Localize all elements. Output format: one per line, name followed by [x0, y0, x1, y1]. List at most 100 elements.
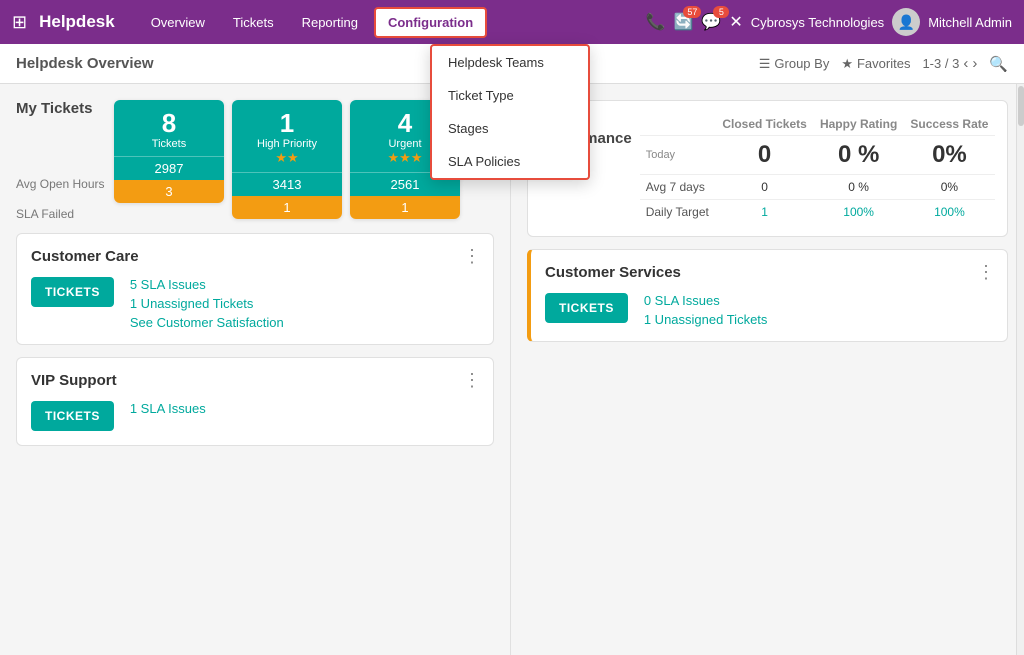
- perf-daily-row: Daily Target 1 100% 100%: [640, 200, 995, 225]
- customer-care-card: Customer Care ⋮ TICKETS 5 SLA Issues 1 U…: [16, 233, 494, 345]
- customer-services-tickets-button[interactable]: TICKETS: [545, 293, 628, 323]
- perf-daily-label: Daily Target: [640, 200, 716, 225]
- customer-services-sla-link[interactable]: 0 SLA Issues: [644, 293, 768, 308]
- ticket-count: 8: [120, 110, 218, 136]
- nav-tickets[interactable]: Tickets: [221, 9, 286, 36]
- vip-support-card: VIP Support ⋮ TICKETS 1 SLA Issues: [16, 357, 494, 446]
- ticket-card-high-priority[interactable]: 1 High Priority ★★ 3413 1: [232, 100, 342, 219]
- perf-daily-success: 100%: [904, 200, 995, 225]
- search-icon[interactable]: 🔍: [989, 55, 1008, 73]
- vip-sla-link[interactable]: 1 SLA Issues: [130, 401, 206, 416]
- close-icon[interactable]: ✕: [729, 12, 742, 32]
- perf-today-closed: 0: [716, 136, 814, 175]
- perf-avg7-label: Avg 7 days: [640, 175, 716, 200]
- ticket-stat: 2987: [114, 156, 224, 180]
- customer-care-unassigned-link[interactable]: 1 Unassigned Tickets: [130, 296, 284, 311]
- user-name: Mitchell Admin: [928, 15, 1012, 30]
- topnav: ⊞ Helpdesk Overview Tickets Reporting Co…: [0, 0, 1024, 44]
- pagination: 1-3 / 3 ‹ ›: [922, 55, 977, 72]
- ticket-sla: 3: [114, 180, 224, 203]
- high-priority-count: 1: [238, 110, 336, 136]
- high-priority-sla: 1: [232, 196, 342, 219]
- prev-page-button[interactable]: ‹: [963, 55, 968, 72]
- phone-icon[interactable]: 📞: [646, 12, 666, 32]
- configuration-dropdown: Helpdesk Teams Ticket Type Stages SLA Po…: [430, 44, 590, 180]
- perf-avg7-row: Avg 7 days 0 0 % 0%: [640, 175, 995, 200]
- customer-care-menu[interactable]: ⋮: [463, 246, 481, 267]
- perf-col-closed: Closed Tickets: [716, 113, 814, 136]
- ticket-label: Tickets: [120, 138, 218, 150]
- perf-daily-happy: 100%: [813, 200, 903, 225]
- my-tickets-section: My Tickets Avg Open Hours SLA Failed 8 T…: [16, 100, 494, 221]
- perf-today-success: 0%: [904, 136, 995, 175]
- bar-actions: ☰ Group By ★ Favorites 1-3 / 3 ‹ › 🔍: [759, 55, 1008, 73]
- performance-section: My Performance Today Closed Tickets Happ…: [527, 100, 1008, 237]
- list-icon: ☰: [759, 56, 771, 72]
- perf-avg7-success: 0%: [904, 175, 995, 200]
- perf-col-happy: Happy Rating: [813, 113, 903, 136]
- chat-badge: 57: [683, 6, 701, 18]
- grid-icon[interactable]: ⊞: [12, 12, 27, 33]
- customer-care-satisfaction-link[interactable]: See Customer Satisfaction: [130, 315, 284, 330]
- perf-today-label: Today: [640, 136, 716, 175]
- customer-services-card: Customer Services ⋮ TICKETS 0 SLA Issues…: [527, 249, 1008, 342]
- pagination-text: 1-3 / 3: [922, 56, 959, 71]
- scrollbar-track[interactable]: [1016, 84, 1024, 655]
- customer-services-unassigned-link[interactable]: 1 Unassigned Tickets: [644, 312, 768, 327]
- customer-services-body: TICKETS 0 SLA Issues 1 Unassigned Ticket…: [545, 293, 993, 327]
- high-priority-stars: ★★: [238, 150, 336, 166]
- dropdown-sla-policies[interactable]: SLA Policies: [432, 145, 588, 178]
- breadcrumb: Helpdesk Overview: [16, 55, 759, 72]
- customer-care-links: 5 SLA Issues 1 Unassigned Tickets See Cu…: [130, 277, 284, 330]
- my-tickets-meta: My Tickets Avg Open Hours SLA Failed: [16, 100, 106, 221]
- message-icon[interactable]: 💬 5: [701, 12, 721, 32]
- company-name: Cybrosys Technologies: [751, 15, 884, 30]
- performance-table: Closed Tickets Happy Rating Success Rate…: [640, 113, 995, 224]
- customer-services-title: Customer Services: [545, 264, 993, 281]
- nav-right: 📞 🔄 57 💬 5 ✕ Cybrosys Technologies 👤 Mit…: [646, 8, 1012, 36]
- customer-care-body: TICKETS 5 SLA Issues 1 Unassigned Ticket…: [31, 277, 479, 330]
- customer-care-tickets-button[interactable]: TICKETS: [31, 277, 114, 307]
- favorites-label: Favorites: [857, 56, 910, 71]
- ticket-card-tickets[interactable]: 8 Tickets 2987 3: [114, 100, 224, 203]
- perf-col-success: Success Rate: [904, 113, 995, 136]
- high-priority-label: High Priority: [238, 138, 336, 150]
- perf-avg7-happy: 0 %: [813, 175, 903, 200]
- customer-services-links: 0 SLA Issues 1 Unassigned Tickets: [644, 293, 768, 327]
- customer-care-sla-link[interactable]: 5 SLA Issues: [130, 277, 284, 292]
- star-icon: ★: [841, 56, 853, 72]
- vip-tickets-button[interactable]: TICKETS: [31, 401, 114, 431]
- avatar[interactable]: 👤: [892, 8, 920, 36]
- group-by-label: Group By: [774, 56, 829, 71]
- msg-badge: 5: [713, 6, 729, 18]
- urgent-sla: 1: [350, 196, 460, 219]
- perf-today-row: Today 0 0 % 0%: [640, 136, 995, 175]
- nav-overview[interactable]: Overview: [139, 9, 217, 36]
- scrollbar-thumb[interactable]: [1018, 86, 1024, 126]
- perf-daily-closed: 1: [716, 200, 814, 225]
- group-by-action[interactable]: ☰ Group By: [759, 56, 830, 72]
- avg-open-hours-label: Avg Open Hours: [16, 177, 106, 191]
- customer-care-title: Customer Care: [31, 248, 479, 265]
- vip-support-menu[interactable]: ⋮: [463, 370, 481, 391]
- next-page-button[interactable]: ›: [972, 55, 977, 72]
- sla-failed-label: SLA Failed: [16, 207, 106, 221]
- vip-support-body: TICKETS 1 SLA Issues: [31, 401, 479, 431]
- nav-configuration[interactable]: Configuration: [374, 7, 487, 38]
- customer-services-menu[interactable]: ⋮: [977, 262, 995, 283]
- favorites-action[interactable]: ★ Favorites: [841, 56, 910, 72]
- high-priority-stat: 3413: [232, 172, 342, 196]
- chat-icon[interactable]: 🔄 57: [673, 12, 693, 32]
- performance-header: My Performance Today Closed Tickets Happ…: [540, 113, 995, 224]
- dropdown-helpdesk-teams[interactable]: Helpdesk Teams: [432, 46, 588, 79]
- nav-reporting[interactable]: Reporting: [290, 9, 370, 36]
- vip-support-title: VIP Support: [31, 372, 479, 389]
- dropdown-stages[interactable]: Stages: [432, 112, 588, 145]
- dropdown-ticket-type[interactable]: Ticket Type: [432, 79, 588, 112]
- vip-support-links: 1 SLA Issues: [130, 401, 206, 416]
- brand-logo: Helpdesk: [39, 12, 115, 32]
- perf-avg7-closed: 0: [716, 175, 814, 200]
- perf-today-happy: 0 %: [813, 136, 903, 175]
- perf-col-empty: [640, 113, 716, 136]
- my-tickets-label: My Tickets: [16, 100, 106, 117]
